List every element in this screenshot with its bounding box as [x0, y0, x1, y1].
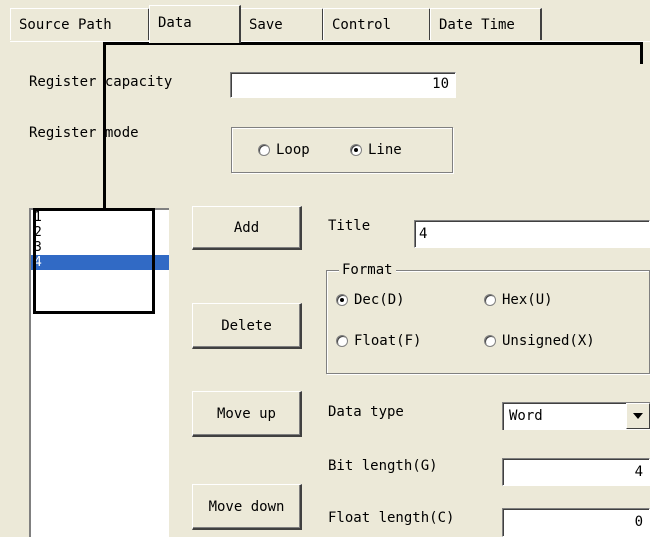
radio-loop-label: Loop	[276, 142, 310, 158]
radio-loop[interactable]: Loop	[258, 142, 310, 158]
data-type-label: Data type	[328, 404, 404, 420]
tab-label: Data	[158, 15, 192, 31]
format-group	[326, 270, 650, 374]
add-button[interactable]: Add	[192, 206, 302, 250]
move-down-button[interactable]: Move down	[192, 484, 302, 530]
bit-length-label: Bit length(G)	[328, 458, 438, 474]
radio-dec-label: Dec(D)	[354, 292, 405, 308]
radio-float-circle	[336, 335, 348, 347]
tab-label: Save	[249, 17, 283, 33]
register-mode-label: Register mode	[29, 125, 139, 141]
radio-unsigned[interactable]: Unsigned(X)	[484, 333, 595, 349]
tab-date-time[interactable]: Date Time	[430, 8, 542, 40]
format-label: Format	[339, 262, 396, 278]
bit-length-input[interactable]: 4	[502, 458, 650, 486]
annotation-line-vertical	[103, 42, 106, 210]
tab-label: Control	[332, 17, 392, 33]
register-capacity-input[interactable]: 10	[230, 72, 456, 98]
radio-loop-circle	[258, 144, 270, 156]
register-capacity-label: Register capacity	[29, 74, 173, 90]
chevron-down-icon[interactable]	[626, 403, 650, 429]
data-type-value: Word	[509, 408, 543, 424]
radio-unsigned-circle	[484, 335, 496, 347]
radio-dec-circle	[336, 294, 348, 306]
tab-save[interactable]: Save	[240, 8, 324, 40]
radio-float[interactable]: Float(F)	[336, 333, 421, 349]
move-up-button[interactable]: Move up	[192, 391, 302, 437]
radio-hex-circle	[484, 294, 496, 306]
float-length-label: Float length(C)	[328, 510, 455, 526]
float-length-input[interactable]: 0	[502, 508, 650, 537]
data-type-dropdown[interactable]: Word	[502, 402, 650, 430]
title-input[interactable]: 4	[414, 220, 650, 248]
radio-line-circle	[350, 144, 362, 156]
radio-hex[interactable]: Hex(U)	[484, 292, 553, 308]
radio-dec[interactable]: Dec(D)	[336, 292, 405, 308]
annotation-box	[33, 208, 155, 314]
radio-line-label: Line	[368, 142, 402, 158]
tab-label: Source Path	[19, 17, 112, 33]
radio-float-label: Float(F)	[354, 333, 422, 349]
annotation-line-right	[640, 42, 643, 64]
tab-data[interactable]: Data	[149, 5, 241, 43]
tab-control[interactable]: Control	[323, 8, 431, 40]
radio-hex-label: Hex(U)	[502, 292, 553, 308]
radio-line[interactable]: Line	[350, 142, 402, 158]
delete-button[interactable]: Delete	[192, 303, 302, 349]
tab-label: Date Time	[439, 17, 515, 33]
tab-source-path[interactable]: Source Path	[10, 8, 150, 40]
radio-unsigned-label: Unsigned(X)	[502, 333, 595, 349]
title-label: Title	[328, 218, 371, 234]
